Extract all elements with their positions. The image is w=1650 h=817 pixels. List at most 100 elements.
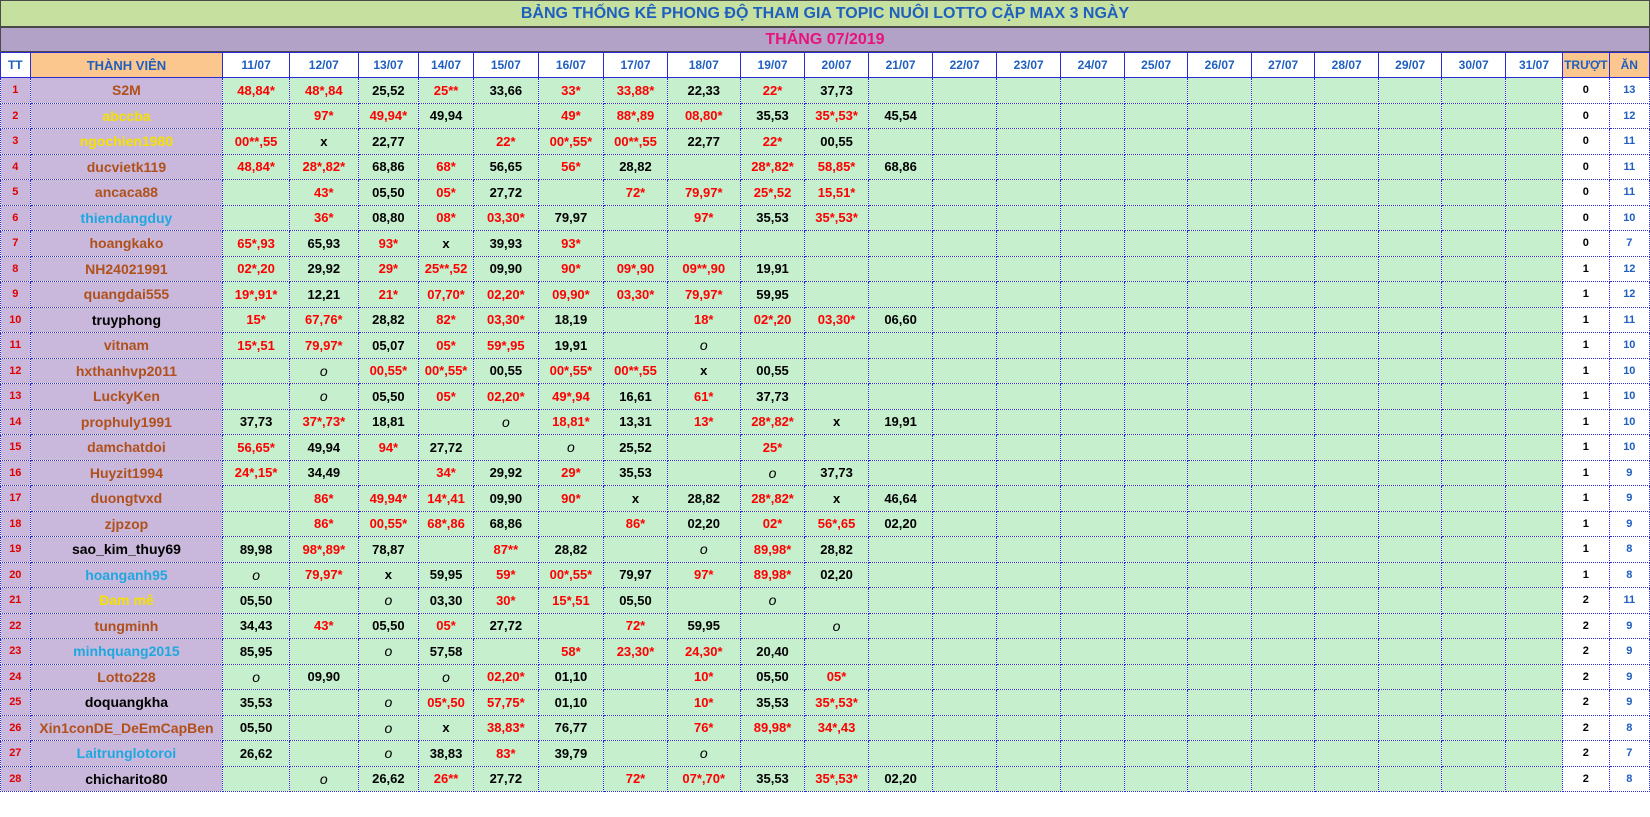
day-cell — [1441, 689, 1506, 716]
day-cell — [1123, 765, 1189, 792]
day-cell: 76,77 — [537, 714, 605, 741]
day-cell — [739, 740, 806, 767]
day-cell — [1060, 561, 1125, 588]
miss-count: 2 — [1562, 689, 1610, 716]
day-cell — [1377, 332, 1443, 359]
day-cell — [867, 638, 934, 665]
day-cell: 03,30* — [473, 204, 539, 231]
day-cell: 00,55* — [357, 357, 420, 384]
day-cell: 29,92 — [473, 459, 539, 486]
day-cell: o — [804, 612, 869, 639]
miss-count: 0 — [1562, 128, 1610, 155]
day-cell — [739, 332, 806, 359]
day-cell: 89,98* — [739, 714, 806, 741]
table-row: 22 tungminh 34,43 43* 05,50 05* 27,72 72* 59,95 o… — [0, 612, 1650, 639]
day-cell — [1441, 153, 1506, 180]
day-cell — [1377, 77, 1443, 104]
day-cell: o — [288, 765, 359, 792]
day-cell: 79,97* — [288, 561, 359, 588]
day-cell — [1504, 663, 1564, 690]
day-cell — [603, 740, 668, 767]
day-cell: x — [666, 357, 741, 384]
day-cell: 90* — [537, 485, 605, 512]
day-cell: 13* — [666, 408, 741, 435]
day-cell — [1441, 714, 1506, 741]
day-cell: 90* — [537, 255, 605, 282]
day-cell: 36* — [288, 204, 359, 231]
day-cell — [1314, 663, 1379, 690]
day-cell — [666, 434, 741, 461]
day-cell — [1187, 561, 1252, 588]
day-cell — [1187, 408, 1252, 435]
day-cell — [1123, 77, 1189, 104]
day-cell: 00**,55 — [222, 128, 290, 155]
day-cell: 35*,53* — [804, 689, 869, 716]
day-cell: o — [357, 587, 420, 614]
table-row: 9 quangdai555 19*,91* 12,21 21* 07,70* 02,20* 0… — [0, 281, 1650, 308]
day-cell — [1123, 536, 1189, 563]
member-name: LuckyKen — [29, 383, 224, 410]
day-cell: 22* — [739, 128, 806, 155]
hit-count: 10 — [1608, 434, 1650, 461]
day-cell — [1123, 561, 1189, 588]
day-cell: o — [666, 332, 741, 359]
header-date: 22/07 — [932, 52, 997, 78]
day-cell — [1187, 740, 1252, 767]
day-cell: 86* — [603, 510, 668, 537]
day-cell: 05,50 — [222, 714, 290, 741]
table-row: 8 NH24021991 02*,20 29,92 29* 25**,52 09,90 90*… — [0, 255, 1650, 282]
day-cell — [1504, 587, 1564, 614]
member-name: Huyzit1994 — [29, 459, 224, 486]
day-cell: 72* — [603, 612, 668, 639]
day-cell — [1504, 281, 1564, 308]
row-number: 17 — [0, 485, 31, 512]
day-cell — [1504, 536, 1564, 563]
day-cell — [995, 485, 1062, 512]
day-cell: 00*,55* — [537, 561, 605, 588]
day-cell: 89,98 — [222, 536, 290, 563]
table-row: 2 abccba 97* 49,94* 49,94 49* 88*,89 08,80* 35,5… — [0, 102, 1650, 129]
day-cell — [1377, 255, 1443, 282]
day-cell — [1441, 230, 1506, 257]
header-date: 31/07 — [1504, 52, 1564, 78]
day-cell — [1504, 459, 1564, 486]
day-cell: o — [473, 408, 539, 435]
header-date: 21/07 — [867, 52, 934, 78]
day-cell: 24,30* — [666, 638, 741, 665]
table-row: 16 Huyzit1994 24*,15* 34,49 34* 29,92 29* 35,53… — [0, 459, 1650, 486]
day-cell: 97* — [666, 561, 741, 588]
day-cell — [1441, 255, 1506, 282]
miss-count: 1 — [1562, 255, 1610, 282]
miss-count: 0 — [1562, 179, 1610, 206]
day-cell — [1123, 306, 1189, 333]
day-cell — [1187, 153, 1252, 180]
day-cell — [995, 612, 1062, 639]
day-cell — [995, 510, 1062, 537]
day-cell — [867, 357, 934, 384]
day-cell — [1187, 536, 1252, 563]
day-cell — [1060, 230, 1125, 257]
day-cell — [1123, 179, 1189, 206]
day-cell — [932, 510, 997, 537]
day-cell — [1441, 77, 1506, 104]
day-cell — [666, 230, 741, 257]
day-cell — [867, 714, 934, 741]
day-cell — [995, 204, 1062, 231]
day-cell — [1250, 255, 1316, 282]
day-cell: 22* — [473, 128, 539, 155]
day-cell — [1060, 485, 1125, 512]
day-cell — [1504, 408, 1564, 435]
day-cell — [1060, 332, 1125, 359]
day-cell: 33,66 — [473, 77, 539, 104]
day-cell — [1441, 179, 1506, 206]
day-cell — [995, 765, 1062, 792]
day-cell — [995, 459, 1062, 486]
day-cell — [222, 765, 290, 792]
day-cell — [222, 485, 290, 512]
day-cell: 72* — [603, 179, 668, 206]
day-cell: 24*,15* — [222, 459, 290, 486]
miss-count: 1 — [1562, 485, 1610, 512]
day-cell — [1060, 179, 1125, 206]
day-cell: 59*,95 — [473, 332, 539, 359]
day-cell — [932, 179, 997, 206]
